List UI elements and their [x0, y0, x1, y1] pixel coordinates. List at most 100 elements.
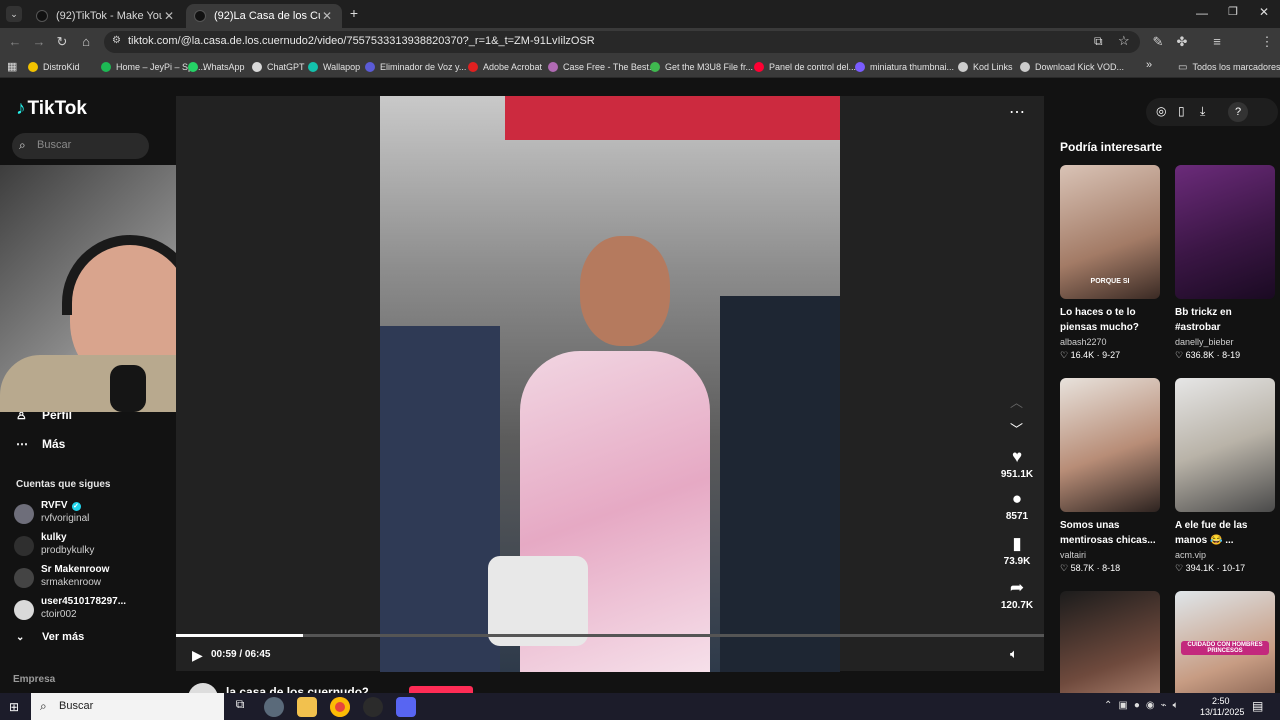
share-action[interactable]: ➦ 120.7K: [997, 578, 1037, 611]
site-info-icon[interactable]: ⚙: [112, 35, 121, 46]
reload-icon[interactable]: ↻: [54, 34, 70, 50]
clock-time[interactable]: 2:50: [1212, 696, 1230, 706]
tray-icons[interactable]: ⌃▣●◉⌁🔈︎: [1104, 700, 1185, 711]
play-icon[interactable]: ▶: [192, 647, 203, 664]
app-icon[interactable]: [264, 697, 284, 717]
search-icon: ⌕: [19, 138, 26, 152]
discord-icon[interactable]: [396, 697, 416, 717]
tab-title: (92)TikTok - Make Your Day: [56, 10, 162, 22]
bookmark-item[interactable]: ChatGPT: [252, 59, 305, 75]
address-bar[interactable]: ⚙ tiktok.com/@la.casa.de.los.cuernudo2/v…: [104, 31, 1140, 53]
bookmark-item[interactable]: Adobe Acrobat: [468, 59, 542, 75]
company-link[interactable]: Empresa: [13, 674, 55, 685]
suggestions-heading: Podría interesarte: [1060, 140, 1163, 154]
volume-icon[interactable]: 🔈︎: [1010, 646, 1018, 662]
more-dots-icon: ⋯: [16, 437, 28, 451]
heart-icon: ♥: [1011, 447, 1023, 466]
thumbnail-caption: PORQUE SI: [1090, 278, 1130, 285]
see-more-button[interactable]: ⌄ Ver más: [16, 631, 84, 643]
suggestion-card[interactable]: Bb trickz en #astrobar danelly_bieber ♡ …: [1175, 165, 1275, 361]
creator-avatar[interactable]: [188, 683, 218, 693]
new-tab-button[interactable]: +: [346, 5, 362, 21]
share-count: 120.7K: [1000, 600, 1034, 611]
bookmark-item[interactable]: Eliminador de Voz y...: [365, 59, 466, 75]
close-window-icon[interactable]: ✕: [1259, 5, 1269, 19]
bookmark-item[interactable]: miniatura thumbnai...: [855, 59, 954, 75]
bookmark-star-icon[interactable]: ☆: [1118, 33, 1130, 49]
following-account-rvfv[interactable]: RVFV ✓ rvfvoriginal: [14, 500, 164, 528]
tiktok-note-icon: ♪: [16, 98, 26, 119]
install-app-icon[interactable]: ⧉: [1094, 34, 1103, 49]
following-account-user[interactable]: user4510178297... ctoir002: [14, 596, 164, 624]
bookmarks-overflow-button[interactable]: »: [1146, 59, 1152, 71]
bookmark-item[interactable]: Case Free - The Best...: [548, 59, 656, 75]
suggestion-card[interactable]: Somos unas mentirosas chicas... valtairi…: [1060, 378, 1160, 574]
previous-video-icon[interactable]: ︿: [1010, 392, 1023, 411]
file-explorer-icon[interactable]: [297, 697, 317, 717]
bookmark-item[interactable]: Kod Links: [958, 59, 1013, 75]
notifications-icon[interactable]: ▤: [1252, 699, 1263, 713]
help-icon[interactable]: ?: [1228, 102, 1248, 122]
taskbar-search-input[interactable]: ⌕ Buscar: [31, 693, 224, 720]
suggestion-card[interactable]: PORQUE SI Lo haces o te lo piensas mucho…: [1060, 165, 1160, 361]
suggestion-card[interactable]: CUIDADO CON HOMBRES PRINCESOS: [1175, 591, 1275, 693]
bookmark-item[interactable]: Panel de control del...: [754, 59, 856, 75]
next-video-icon[interactable]: ﹀: [1010, 419, 1023, 438]
tab-current-video[interactable]: (92)La Casa de los Cuernudos2 ✕: [186, 4, 342, 28]
account-handle: ctoir002: [41, 609, 77, 620]
extensions-puzzle-icon[interactable]: ✤: [1174, 34, 1190, 50]
device-icon[interactable]: ▯: [1178, 104, 1185, 118]
bookmark-favicon-icon: [188, 62, 198, 72]
following-account-kulky[interactable]: kulky prodbykulky: [14, 532, 164, 560]
close-tab-icon[interactable]: ✕: [320, 9, 334, 23]
bookmark-favicon-icon: [468, 62, 478, 72]
save-action[interactable]: ▮ 73.9K: [997, 534, 1037, 567]
creator-name[interactable]: la.casa.de.los.cuernudo2: [226, 685, 369, 693]
comment-action[interactable]: ● 8571: [997, 489, 1037, 522]
bookmark-item[interactable]: DistroKid: [28, 59, 80, 75]
coin-icon[interactable]: ◎: [1156, 104, 1166, 118]
more-options-icon[interactable]: ⋯: [1009, 102, 1025, 122]
download-icon[interactable]: ⤓: [1200, 104, 1205, 119]
restore-window-icon[interactable]: ❐: [1228, 5, 1238, 18]
bookmark-item[interactable]: Wallapop: [308, 59, 360, 75]
task-view-icon[interactable]: ⧉: [230, 697, 250, 717]
save-count: 73.9K: [1003, 556, 1031, 567]
nav-more[interactable]: ⋯ Más: [16, 437, 65, 451]
bookmark-item[interactable]: Get the M3U8 File fr...: [650, 59, 753, 75]
obs-icon[interactable]: [363, 697, 383, 717]
all-bookmarks-folder[interactable]: ▭ Todos los marcadores: [1178, 59, 1280, 75]
close-tab-icon[interactable]: ✕: [162, 9, 176, 23]
bookmark-label: Kod Links: [973, 62, 1013, 72]
search-input[interactable]: ⌕ Buscar: [12, 133, 149, 159]
bookmark-label: DistroKid: [43, 62, 80, 72]
clock-date[interactable]: 13/11/2025: [1200, 707, 1244, 717]
bookmark-item[interactable]: WhatsApp: [188, 59, 245, 75]
extension-icon[interactable]: ✎: [1150, 34, 1166, 50]
menu-kebab-icon[interactable]: ⋮: [1259, 34, 1275, 50]
suggestion-title: A ele fue de las manos 😂 ...: [1175, 520, 1248, 546]
minimize-window-icon[interactable]: —: [1196, 6, 1208, 20]
suggestion-card[interactable]: A ele fue de las manos 😂 ... acm.vip ♡ 3…: [1175, 378, 1275, 574]
home-icon[interactable]: ⌂: [78, 34, 94, 50]
bookmark-item[interactable]: Download Kick VOD...: [1020, 59, 1124, 75]
video-progress-bar[interactable]: [176, 634, 1044, 637]
following-account-srmakenroow[interactable]: Sr Makenroow srmakenroow: [14, 564, 164, 592]
follow-button[interactable]: [409, 686, 473, 693]
like-action[interactable]: ♥ 951.1K: [997, 447, 1037, 480]
following-heading: Cuentas que sigues: [16, 479, 111, 490]
chrome-icon[interactable]: [330, 697, 350, 717]
tab-search-button[interactable]: ⌄: [6, 6, 22, 22]
windows-start-icon[interactable]: ⊞: [9, 700, 19, 714]
media-control-icon[interactable]: ≡: [1209, 34, 1225, 50]
back-icon[interactable]: ←: [7, 34, 23, 50]
tiktok-logo[interactable]: ♪ TikTok: [16, 98, 87, 120]
suggestion-user: albash2270: [1060, 337, 1107, 347]
apps-grid-icon[interactable]: ▦: [7, 60, 17, 73]
video-frame[interactable]: [380, 96, 840, 672]
bookmark-icon: ▮: [1012, 534, 1022, 553]
tab-tiktok-home[interactable]: (92)TikTok - Make Your Day ✕: [28, 4, 184, 28]
forward-icon[interactable]: →: [31, 34, 47, 50]
suggestion-card[interactable]: [1060, 591, 1160, 693]
comment-count: 8571: [1005, 511, 1029, 522]
